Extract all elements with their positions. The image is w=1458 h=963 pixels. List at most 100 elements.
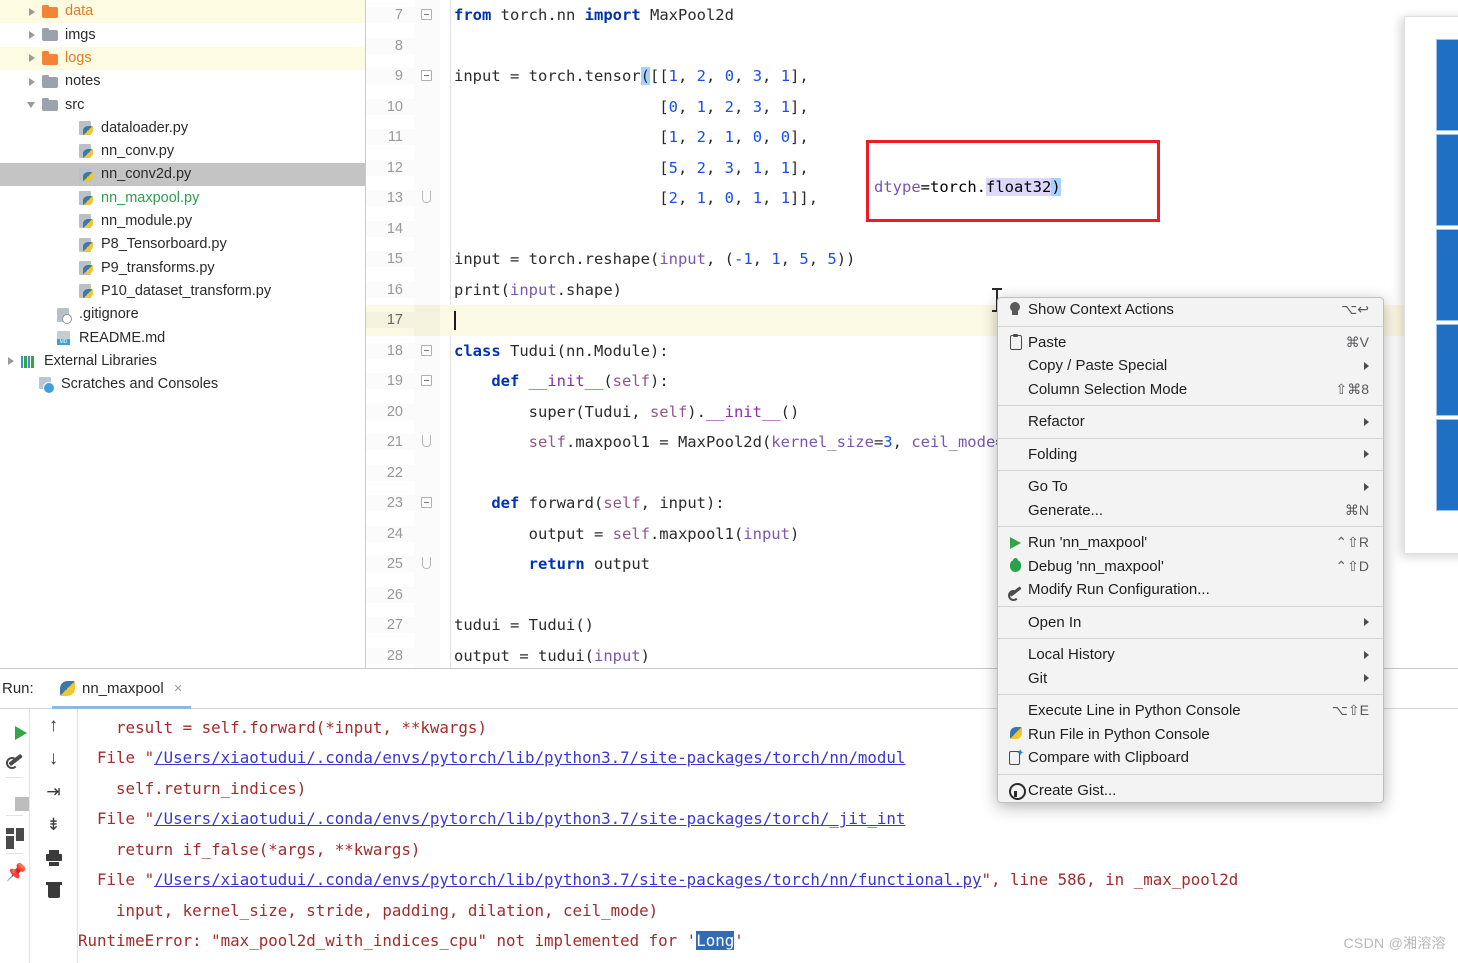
menu-item-create-gist[interactable]: Create Gist... (998, 779, 1383, 803)
fold-collapse-icon[interactable] (421, 70, 432, 81)
project-tree-panel[interactable]: data imgs logs notes src dataloader.py nn_conv… (0, 0, 366, 668)
fold-gutter[interactable] (414, 549, 440, 580)
code-line-15[interactable]: 15 input = torch.reshape(input, (-1, 1, 5… (366, 244, 1458, 275)
fold-gutter[interactable] (414, 366, 440, 397)
code-line-9[interactable]: 9 input = torch.tensor([[1, 2, 0, 3, 1], (366, 61, 1458, 92)
stacktrace-link[interactable]: /Users/xiaotudui/.conda/envs/pytorch/lib… (154, 748, 905, 767)
tree-item-notes[interactable]: notes (0, 70, 365, 93)
menu-item-folding[interactable]: Folding (998, 443, 1383, 467)
tree-item-label: data (65, 3, 94, 20)
editor-context-menu[interactable]: Show Context Actions ⌥↩ Paste ⌘V Copy / Past… (997, 297, 1384, 803)
fold-gutter[interactable] (414, 61, 440, 92)
side-popup-panel[interactable] (1404, 16, 1458, 554)
scroll-to-end-button[interactable]: ⇟ (30, 808, 77, 841)
code-text: [5, 2, 3, 1, 1], (454, 158, 809, 177)
menu-item-paste[interactable]: Paste ⌘V (998, 331, 1383, 355)
tree-item-nn-module-py[interactable]: nn_module.py (0, 210, 365, 233)
fold-gutter[interactable] (414, 274, 440, 305)
menu-item-debug-nn-maxpool[interactable]: Debug 'nn_maxpool' ⌃⇧D (998, 555, 1383, 579)
chevron-right-icon[interactable] (26, 75, 39, 88)
tree-item-logs[interactable]: logs (0, 46, 365, 70)
menu-item-run-file-in-python-console[interactable]: Run File in Python Console (998, 723, 1383, 747)
fold-collapse-icon[interactable] (421, 344, 432, 356)
menu-item-git[interactable]: Git (998, 667, 1383, 691)
run-secondary-toolbar[interactable]: ↑ ↓ ⇥ ⇟ (30, 709, 78, 963)
fold-gutter[interactable] (414, 305, 440, 336)
menu-item-refactor[interactable]: Refactor (998, 410, 1383, 434)
fold-gutter[interactable] (414, 91, 440, 122)
tree-item-src[interactable]: src (0, 93, 365, 116)
stop-button[interactable] (0, 780, 29, 813)
menu-item-open-in[interactable]: Open In (998, 611, 1383, 635)
stacktrace-link[interactable]: /Users/xiaotudui/.conda/envs/pytorch/lib… (154, 809, 905, 828)
print-button[interactable] (30, 841, 77, 874)
tree-item-label: logs (65, 49, 92, 66)
fold-gutter[interactable] (414, 427, 440, 458)
fold-gutter[interactable] (414, 213, 440, 244)
code-line-7[interactable]: 7 from torch.nn import MaxPool2d (366, 0, 1458, 31)
tree-item-nn-maxpool-py[interactable]: nn_maxpool.py (0, 186, 365, 209)
line-number: 28 (366, 647, 414, 664)
tree-item--gitignore[interactable]: .gitignore (0, 303, 365, 326)
fold-gutter[interactable] (414, 457, 440, 488)
close-icon[interactable]: × (174, 680, 183, 697)
menu-item-modify-run-configuration[interactable]: Modify Run Configuration... (998, 578, 1383, 602)
menu-item-copy-paste-special[interactable]: Copy / Paste Special (998, 354, 1383, 378)
fold-gutter[interactable] (414, 640, 440, 668)
clear-all-button[interactable] (30, 874, 77, 907)
menu-item-generate[interactable]: Generate... ⌘N (998, 499, 1383, 523)
fold-collapse-icon[interactable] (421, 9, 432, 20)
tree-item-scratches-and-consoles[interactable]: Scratches and Consoles (0, 373, 365, 396)
pin-tab-button[interactable]: 📌 (0, 856, 29, 889)
fold-collapse-icon[interactable] (421, 497, 432, 508)
menu-item-local-history[interactable]: Local History (998, 643, 1383, 667)
fold-gutter[interactable] (414, 30, 440, 61)
menu-item-compare-with-clipboard[interactable]: Compare with Clipboard (998, 746, 1383, 770)
tree-item-nn-conv2d-py[interactable]: nn_conv2d.py (0, 163, 365, 187)
menu-item-column-selection-mode[interactable]: Column Selection Mode ⇧⌘8 (998, 378, 1383, 402)
fold-collapse-icon[interactable] (421, 375, 432, 386)
menu-item-execute-line-in-python-console[interactable]: Execute Line in Python Console ⌥⇧E (998, 699, 1383, 723)
fold-gutter[interactable] (414, 579, 440, 610)
chevron-down-icon[interactable] (26, 98, 39, 111)
code-line-8[interactable]: 8 (366, 30, 1458, 61)
tree-item-dataloader-py[interactable]: dataloader.py (0, 116, 365, 139)
tree-item-imgs[interactable]: imgs (0, 23, 365, 46)
down-the-stack-trace-button[interactable]: ↓ (30, 742, 77, 775)
fold-gutter[interactable] (414, 152, 440, 183)
console-text: input, kernel_size, stride, padding, dil… (78, 900, 659, 920)
rerun-button[interactable] (0, 709, 29, 742)
menu-item-run-nn-maxpool[interactable]: Run 'nn_maxpool' ⌃⇧R (998, 531, 1383, 555)
edit-configuration-button[interactable] (0, 742, 29, 775)
fold-gutter[interactable] (414, 335, 440, 366)
fold-gutter[interactable] (414, 183, 440, 214)
layout-button[interactable] (0, 818, 29, 851)
fold-gutter[interactable] (414, 0, 440, 31)
chevron-right-icon[interactable] (26, 28, 39, 41)
chevron-right-icon[interactable] (26, 5, 39, 18)
tree-item-p10-dataset-transform-py[interactable]: P10_dataset_transform.py (0, 280, 365, 303)
menu-item-go-to[interactable]: Go To (998, 475, 1383, 499)
chevron-right-icon[interactable] (5, 355, 18, 368)
fold-gutter[interactable] (414, 396, 440, 427)
tree-item-p8-tensorboard-py[interactable]: P8_Tensorboard.py (0, 233, 365, 256)
fold-gutter[interactable] (414, 518, 440, 549)
fold-gutter[interactable] (414, 244, 440, 275)
stacktrace-link[interactable]: /Users/xiaotudui/.conda/envs/pytorch/lib… (154, 870, 981, 889)
run-primary-toolbar[interactable]: 📌 (0, 709, 30, 963)
tree-item-data[interactable]: data (0, 0, 365, 24)
chevron-right-icon[interactable] (26, 52, 39, 65)
soft-wrap-button[interactable]: ⇥ (30, 775, 77, 808)
fold-gutter[interactable] (414, 122, 440, 153)
code-line-10[interactable]: 10 [0, 1, 2, 3, 1], (366, 91, 1458, 122)
fold-gutter[interactable] (414, 610, 440, 641)
menu-item-show-context-actions[interactable]: Show Context Actions ⌥↩ (998, 298, 1383, 322)
tree-item-nn-conv-py[interactable]: nn_conv.py (0, 140, 365, 163)
tree-item-readme-md[interactable]: README.md (0, 326, 365, 349)
run-tab-nn-maxpool[interactable]: nn_maxpool × (52, 669, 191, 709)
tree-item-p9-transforms-py[interactable]: P9_transforms.py (0, 256, 365, 279)
tree-item-external-libraries[interactable]: External Libraries (0, 349, 365, 372)
fold-gutter[interactable] (414, 488, 440, 519)
up-the-stack-trace-button[interactable]: ↑ (30, 709, 77, 742)
line-number: 17 (366, 312, 414, 329)
